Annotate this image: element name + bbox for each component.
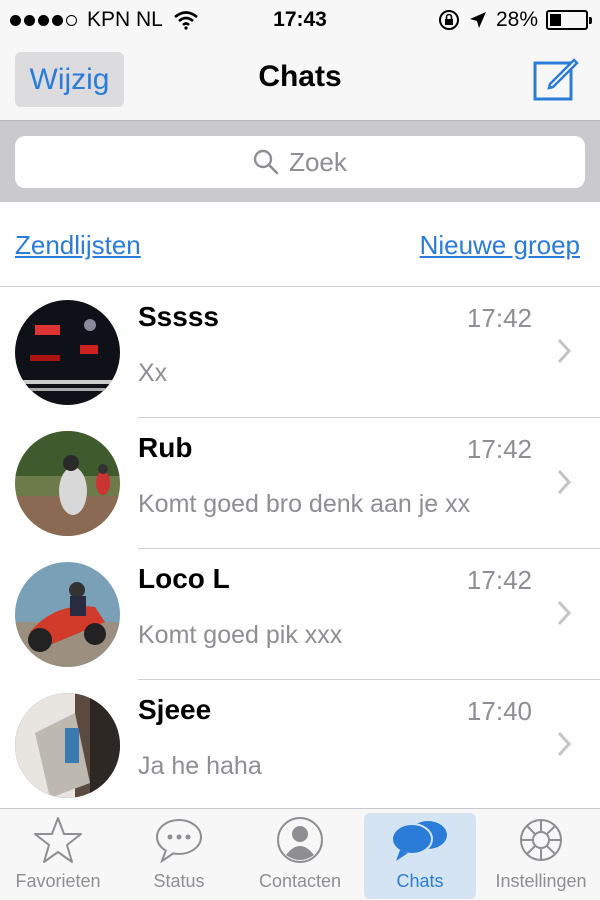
chat-name: Sssss [138, 301, 219, 332]
tab-bar: Favorieten Status Contacten Chats Instel… [0, 808, 600, 900]
tab-chats[interactable]: Chats [364, 813, 476, 899]
gear-icon [520, 819, 562, 861]
page-title: Chats [258, 60, 342, 93]
tab-label: Contacten [258, 871, 342, 891]
chats-icon [391, 821, 447, 861]
location-arrow-icon [469, 12, 486, 28]
avatar [15, 693, 120, 798]
status-bar: KPN NL 17:43 28% [0, 0, 600, 40]
chat-actions-row: Zendlijsten Nieuwe groep [0, 202, 600, 287]
chat-time: 17:42 [466, 565, 532, 595]
tab-label: Instellingen [495, 871, 587, 891]
chevron-right-icon [557, 469, 572, 495]
chat-preview: Komt goed pik xxx [138, 621, 343, 649]
chat-preview: Ja he haha [138, 752, 262, 780]
star-icon [34, 817, 82, 863]
person-icon [277, 817, 323, 863]
chat-name: Rub [138, 432, 193, 463]
chat-time: 17:42 [466, 434, 532, 464]
status-right: 28% [438, 8, 592, 32]
chat-row[interactable]: Sjeee 17:40 Ja he haha [0, 680, 600, 808]
chat-preview: Xx [138, 359, 168, 387]
chat-row[interactable]: Rub 17:42 Komt goed bro denk aan je xx [0, 418, 600, 549]
compose-icon[interactable] [532, 54, 580, 102]
chat-name: Loco L [138, 563, 230, 594]
chat-list: Sssss 17:42 Xx Rub 17:42 Komt goed bro d… [0, 287, 600, 808]
battery-percent: 28% [495, 8, 538, 31]
search-placeholder: Zoek [289, 146, 347, 177]
chat-time: 17:40 [466, 696, 532, 726]
tab-label: Chats [396, 871, 444, 891]
tab-settings[interactable]: Instellingen [484, 813, 598, 899]
chat-preview: Komt goed bro denk aan je xx [138, 490, 471, 518]
chat-row[interactable]: Loco L 17:42 Komt goed pik xxx [0, 549, 600, 680]
avatar [15, 431, 120, 536]
tab-status[interactable]: Status [124, 813, 234, 899]
new-group-link[interactable]: Nieuwe groep [420, 230, 580, 261]
chat-row[interactable]: Sssss 17:42 Xx [0, 287, 600, 418]
chevron-right-icon [557, 600, 572, 626]
tab-favorites[interactable]: Favorieten [2, 813, 114, 899]
chevron-right-icon [557, 731, 572, 757]
tab-label: Status [153, 871, 205, 891]
chevron-right-icon [557, 338, 572, 364]
avatar [15, 562, 120, 667]
chat-name: Sjeee [138, 694, 212, 725]
chat-time: 17:42 [466, 303, 532, 333]
avatar [15, 300, 120, 405]
rotation-lock-icon [438, 10, 459, 30]
search-bar: Zoek [0, 120, 600, 202]
battery-icon [546, 10, 592, 30]
broadcast-lists-link[interactable]: Zendlijsten [15, 230, 141, 261]
tab-label: Favorieten [15, 871, 101, 891]
search-input[interactable]: Zoek [15, 136, 585, 188]
tab-contacts[interactable]: Contacten [244, 813, 356, 899]
navigation-bar: Wijzig Chats [0, 40, 600, 120]
search-icon [253, 149, 279, 175]
chat-bubble-dots-icon [156, 819, 202, 863]
